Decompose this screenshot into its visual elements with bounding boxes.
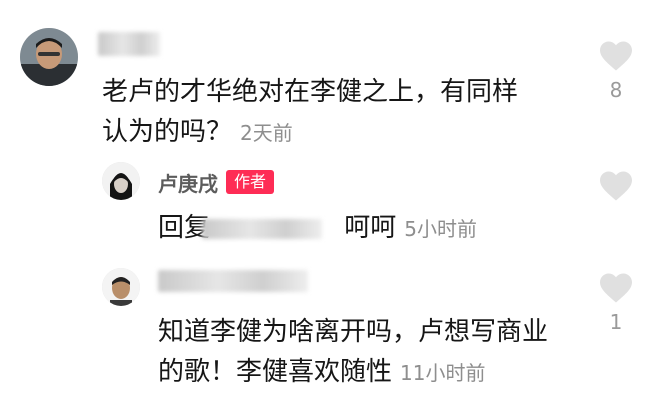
reply-content: 呵呵 — [344, 213, 397, 243]
reply-text-line2: 的歌！李健喜欢随性 — [158, 357, 393, 387]
reply-text: 回复 呵呵 5小时前 — [158, 208, 578, 249]
reply-text-line1: 知道李健为啥离开吗，卢想写商业 — [158, 317, 549, 347]
comment-item: 老卢的才华绝对在李健之上，有同样 认为的吗？ 2天前 8 — [0, 0, 659, 150]
like-count: 8 — [609, 78, 623, 102]
heart-icon[interactable] — [598, 170, 634, 202]
comment-time: 2天前 — [240, 121, 293, 145]
mention-blurred[interactable] — [202, 218, 323, 239]
avatar[interactable] — [102, 162, 140, 200]
like-count: 1 — [609, 310, 623, 334]
reply-text: 知道李健为啥离开吗，卢想写商业 的歌！李健喜欢随性 11小时前 — [158, 312, 588, 393]
author-nickname[interactable]: 卢庚戌 — [158, 168, 218, 197]
comment-text: 老卢的才华绝对在李健之上，有同样 认为的吗？ 2天前 — [102, 72, 582, 153]
heart-icon[interactable] — [598, 272, 634, 304]
reply-item: 知道李健为啥离开吗，卢想写商业 的歌！李健喜欢随性 11小时前 1 — [0, 260, 659, 400]
comment-text-line2: 认为的吗？ — [102, 117, 233, 147]
reply-time: 5小时前 — [404, 217, 478, 241]
comment-text-line1: 老卢的才华绝对在李健之上，有同样 — [102, 77, 519, 107]
reply-item: 卢庚戌 作者 回复 呵呵 5小时前 — [0, 150, 659, 260]
username-blurred[interactable] — [98, 32, 160, 56]
author-badge: 作者 — [226, 170, 275, 194]
like-button[interactable] — [596, 170, 636, 206]
reply-header: 卢庚戌 作者 — [158, 168, 275, 197]
like-button[interactable]: 1 — [596, 272, 636, 334]
heart-icon[interactable] — [598, 40, 634, 72]
like-button[interactable]: 8 — [596, 40, 636, 102]
avatar[interactable] — [102, 268, 140, 306]
username-blurred[interactable] — [158, 270, 308, 292]
reply-time: 11小时前 — [400, 361, 486, 385]
avatar[interactable] — [20, 28, 78, 86]
